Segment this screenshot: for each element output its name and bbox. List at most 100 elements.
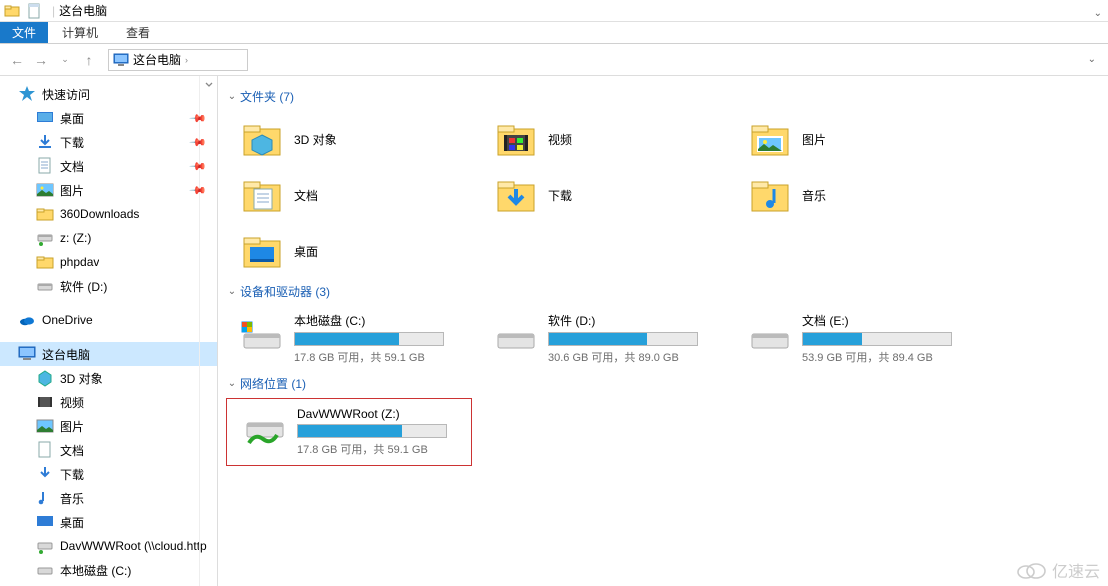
separator: | bbox=[52, 4, 55, 18]
sidebar-item-360downloads[interactable]: 360Downloads bbox=[0, 202, 217, 226]
ribbon-expand-icon[interactable]: ⌄ bbox=[1094, 8, 1102, 19]
drive-icon bbox=[36, 561, 54, 579]
drive-capacity-bar bbox=[297, 424, 447, 438]
folder-mini-icon bbox=[4, 3, 20, 19]
list-item[interactable]: 软件 (D:) 30.6 GB 可用，共 89.0 GB bbox=[480, 306, 734, 371]
chevron-right-icon[interactable]: › bbox=[185, 55, 188, 65]
sidebar-item-desktop[interactable]: 桌面 📌 bbox=[0, 106, 217, 130]
nav-back-button[interactable]: ← bbox=[6, 49, 28, 71]
sidebar-item-z-drive[interactable]: z: (Z:) bbox=[0, 226, 217, 250]
highlighted-item: DavWWWRoot (Z:) 17.8 GB 可用，共 59.1 GB bbox=[226, 398, 472, 466]
document-icon bbox=[36, 157, 54, 175]
drive-capacity-bar bbox=[802, 332, 952, 346]
d-drive-icon bbox=[494, 312, 538, 356]
chevron-down-icon: ⌄ bbox=[226, 91, 238, 102]
list-item[interactable]: 3D 对象 bbox=[226, 111, 480, 167]
pictures-folder-icon bbox=[748, 117, 792, 161]
content-pane: ⌄ 文件夹 (7) 3D 对象 视频 bbox=[218, 76, 1108, 586]
drive-label: DavWWWRoot (Z:) bbox=[297, 407, 457, 421]
video-icon bbox=[36, 393, 54, 411]
list-item[interactable]: 图片 bbox=[734, 111, 988, 167]
breadcrumb[interactable]: 这台电脑 › bbox=[108, 49, 248, 71]
sidebar-item-pictures[interactable]: 图片 📌 bbox=[0, 178, 217, 202]
star-icon bbox=[18, 85, 36, 103]
group-folders-header[interactable]: ⌄ 文件夹 (7) bbox=[226, 88, 1108, 105]
picture-icon bbox=[36, 181, 54, 199]
sidebar-onedrive[interactable]: OneDrive bbox=[0, 308, 217, 332]
sidebar-pc-desktop[interactable]: 桌面 bbox=[0, 510, 217, 534]
list-item[interactable]: 下载 bbox=[480, 167, 734, 223]
network-drive-icon bbox=[243, 407, 287, 451]
drive-status: 17.8 GB 可用，共 59.1 GB bbox=[297, 441, 457, 457]
drive-status: 17.8 GB 可用，共 59.1 GB bbox=[294, 349, 468, 365]
sidebar-pc-downloads[interactable]: 下载 bbox=[0, 462, 217, 486]
nav-recent-dropdown[interactable]: ⌄ bbox=[54, 49, 76, 71]
this-pc-icon bbox=[113, 52, 129, 68]
3d-icon bbox=[36, 369, 54, 387]
nav-up-button[interactable]: ↑ bbox=[78, 49, 100, 71]
desktop-icon bbox=[36, 109, 54, 127]
video-folder-icon bbox=[494, 117, 538, 161]
cloud-icon bbox=[1014, 560, 1048, 580]
pane-expand-icon[interactable] bbox=[199, 76, 217, 586]
address-bar: ← → ⌄ ↑ 这台电脑 › ⌄ bbox=[0, 44, 1108, 76]
nav-forward-button[interactable]: → bbox=[30, 49, 52, 71]
drive-label: 本地磁盘 (C:) bbox=[294, 312, 468, 329]
navigation-pane: 快速访问 桌面 📌 下载 📌 文档 📌 图片 📌 360Downloads bbox=[0, 76, 218, 586]
sidebar-pc-videos[interactable]: 视频 bbox=[0, 390, 217, 414]
group-network-header[interactable]: ⌄ 网络位置 (1) bbox=[226, 375, 1108, 392]
list-item[interactable]: 文档 bbox=[226, 167, 480, 223]
downloads-folder-icon bbox=[494, 173, 538, 217]
sidebar-this-pc[interactable]: 这台电脑 bbox=[0, 342, 217, 366]
network-drive-icon bbox=[36, 229, 54, 247]
drive-capacity-bar bbox=[548, 332, 698, 346]
sidebar-item-downloads[interactable]: 下载 📌 bbox=[0, 130, 217, 154]
chevron-down-icon: ⌄ bbox=[226, 378, 238, 389]
folders-grid: 3D 对象 视频 图片 文档 bbox=[226, 111, 1108, 279]
network-grid: DavWWWRoot (Z:) 17.8 GB 可用，共 59.1 GB bbox=[226, 398, 1108, 466]
watermark: 亿速云 bbox=[1014, 558, 1100, 582]
download-icon bbox=[36, 465, 54, 483]
menu-bar: 文件 计算机 查看 ⌄ bbox=[0, 22, 1108, 44]
sidebar-pc-davroot[interactable]: DavWWWRoot (\\cloud.http bbox=[0, 534, 217, 558]
sidebar-pc-music[interactable]: 音乐 bbox=[0, 486, 217, 510]
drives-grid: 本地磁盘 (C:) 17.8 GB 可用，共 59.1 GB 软件 (D:) 3… bbox=[226, 306, 1108, 371]
address-dropdown-icon[interactable]: ⌄ bbox=[1088, 54, 1102, 65]
e-drive-icon bbox=[748, 312, 792, 356]
sidebar-pc-3dobjects[interactable]: 3D 对象 bbox=[0, 366, 217, 390]
title-bar: | 这台电脑 bbox=[0, 0, 1108, 22]
list-item[interactable]: 本地磁盘 (C:) 17.8 GB 可用，共 59.1 GB bbox=[226, 306, 480, 371]
menu-file[interactable]: 文件 bbox=[0, 22, 48, 43]
window-title: 这台电脑 bbox=[59, 2, 107, 19]
list-item[interactable]: 音乐 bbox=[734, 167, 988, 223]
c-drive-icon bbox=[240, 312, 284, 356]
documents-folder-icon bbox=[240, 173, 284, 217]
list-item[interactable]: 文档 (E:) 53.9 GB 可用，共 89.4 GB bbox=[734, 306, 988, 371]
drive-status: 53.9 GB 可用，共 89.4 GB bbox=[802, 349, 976, 365]
drive-label: 文档 (E:) bbox=[802, 312, 976, 329]
menu-view[interactable]: 查看 bbox=[112, 22, 164, 43]
sidebar-quick-access[interactable]: 快速访问 bbox=[0, 82, 217, 106]
sidebar-item-documents[interactable]: 文档 📌 bbox=[0, 154, 217, 178]
sidebar-item-d-drive[interactable]: 软件 (D:) bbox=[0, 274, 217, 298]
list-item[interactable]: 视频 bbox=[480, 111, 734, 167]
folder-icon bbox=[36, 253, 54, 271]
drive-capacity-bar bbox=[294, 332, 444, 346]
network-drive-icon bbox=[36, 537, 54, 555]
breadcrumb-root[interactable]: 这台电脑 bbox=[133, 51, 181, 68]
sidebar-pc-documents[interactable]: 文档 bbox=[0, 438, 217, 462]
list-item[interactable]: 桌面 bbox=[226, 223, 480, 279]
sidebar-pc-cdrive[interactable]: 本地磁盘 (C:) bbox=[0, 558, 217, 582]
music-icon bbox=[36, 489, 54, 507]
drive-status: 30.6 GB 可用，共 89.0 GB bbox=[548, 349, 722, 365]
group-drives-header[interactable]: ⌄ 设备和驱动器 (3) bbox=[226, 283, 1108, 300]
sidebar-pc-pictures[interactable]: 图片 bbox=[0, 414, 217, 438]
drive-icon bbox=[36, 277, 54, 295]
picture-icon bbox=[36, 417, 54, 435]
menu-computer[interactable]: 计算机 bbox=[48, 22, 112, 43]
3d-folder-icon bbox=[240, 117, 284, 161]
folder-icon bbox=[36, 205, 54, 223]
onedrive-icon bbox=[18, 311, 36, 329]
sidebar-item-phpdav[interactable]: phpdav bbox=[0, 250, 217, 274]
list-item[interactable]: DavWWWRoot (Z:) 17.8 GB 可用，共 59.1 GB bbox=[229, 401, 469, 463]
